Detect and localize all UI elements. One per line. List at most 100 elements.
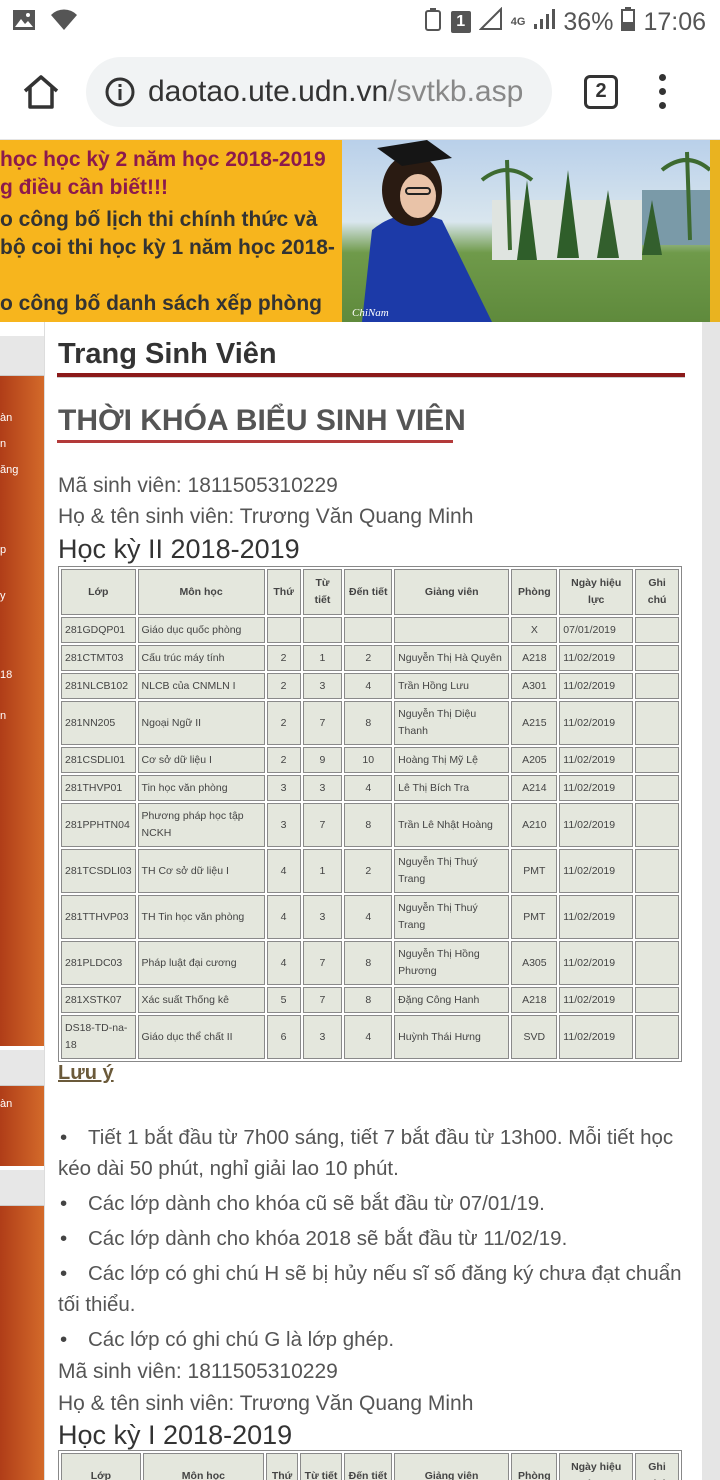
- notification-badge: 1: [450, 11, 471, 33]
- cell-weekday: [266, 617, 301, 643]
- cell-room: A305: [511, 941, 558, 985]
- note-item: Các lớp dành cho khóa cũ sẽ bắt đầu từ 0…: [58, 1188, 688, 1219]
- dot: [658, 74, 666, 81]
- cell-room: A301: [511, 673, 558, 699]
- cell-class-code: DS18-TD-na-18: [61, 1015, 136, 1059]
- cell-start-period: 3: [302, 775, 343, 801]
- battery-icon: [621, 6, 636, 38]
- cell-subject: Giáo dục thể chất II: [137, 1015, 265, 1059]
- cell-subject: TH Tin học văn phòng: [137, 895, 265, 939]
- address-bar[interactable]: daotao.ute.udn.vn/svtkb.asp: [86, 56, 552, 127]
- student-name: Họ & tên sinh viên: Trương Văn Quang Min…: [58, 1392, 474, 1415]
- cell-subject: TH Cơ sở dữ liệu I: [137, 849, 265, 893]
- sidebar-menu[interactable]: [0, 1206, 44, 1480]
- cell-room: A210: [511, 803, 558, 847]
- tab-switcher-button[interactable]: 2: [584, 74, 618, 109]
- column-header: Phòng: [511, 1453, 558, 1480]
- recycle-icon: [423, 7, 443, 38]
- cell-lecturer: Trần Hồng Lưu: [394, 673, 510, 699]
- cell-note: [635, 673, 679, 699]
- cell-note: [635, 1015, 679, 1059]
- news-item[interactable]: bộ coi thi học kỳ 1 năm học 2018-: [0, 236, 335, 260]
- column-header: Từ tiết: [302, 569, 343, 615]
- cell-end-period: 8: [344, 987, 393, 1013]
- table-row: 281NLCB102 NLCB của CNMLN I 2 3 4 Trần Hồng L…: [61, 673, 679, 699]
- cell-effective-date: 11/02/2019: [559, 849, 634, 893]
- cell-class-code: 281GDQP01: [61, 617, 136, 643]
- cell-class-code: 281TCSDLI03: [61, 849, 136, 893]
- cell-start-period: 1: [302, 849, 343, 893]
- news-item[interactable]: o công bố lịch thi chính thức và: [0, 208, 317, 232]
- cell-start-period: 3: [302, 1015, 343, 1059]
- cell-weekday: 2: [266, 645, 301, 671]
- cell-start-period: 7: [302, 987, 343, 1013]
- cell-effective-date: 07/01/2019: [559, 617, 634, 643]
- student-id: Mã sinh viên: 1811505310229: [58, 474, 338, 497]
- news-item[interactable]: o công bố danh sách xếp phòng: [0, 292, 322, 316]
- dot: [658, 102, 666, 109]
- cell-note: [635, 645, 679, 671]
- cell-subject: Phương pháp học tập NCKH: [137, 803, 265, 847]
- cell-lecturer: [394, 617, 510, 643]
- cell-weekday: 2: [266, 747, 301, 773]
- column-header: Thứ: [266, 1453, 299, 1480]
- cell-end-period: 4: [344, 1015, 393, 1059]
- cell-subject: NLCB của CNMLN I: [137, 673, 265, 699]
- clock: 17:06: [643, 7, 706, 36]
- cell-start-period: 7: [302, 803, 343, 847]
- cell-effective-date: 11/02/2019: [559, 803, 634, 847]
- cell-effective-date: 11/02/2019: [559, 645, 634, 671]
- home-button[interactable]: [18, 69, 64, 115]
- sidebar-item-label[interactable]: àn: [0, 1098, 12, 1110]
- cell-end-period: 4: [344, 775, 393, 801]
- cell-end-period: 4: [344, 895, 393, 939]
- news-item[interactable]: học học kỳ 2 năm học 2018-2019: [0, 148, 326, 172]
- cell-lecturer: Trần Lê Nhật Hoàng: [394, 803, 510, 847]
- cell-end-period: 4: [344, 673, 393, 699]
- column-header: Môn học: [142, 1453, 265, 1480]
- browser-toolbar: daotao.ute.udn.vn/svtkb.asp 2: [0, 44, 720, 140]
- cell-effective-date: 11/02/2019: [559, 701, 634, 745]
- cell-room: SVD: [511, 1015, 558, 1059]
- left-sidebar: àn n ăng p y 18 n àn: [0, 322, 44, 1480]
- cell-class-code: 281PPHTN04: [61, 803, 136, 847]
- cell-effective-date: 11/02/2019: [559, 1015, 634, 1059]
- info-icon[interactable]: [104, 76, 136, 108]
- gallery-icon: [12, 9, 36, 36]
- news-item[interactable]: g điều cần biết!!!: [0, 176, 168, 200]
- sidebar-item-label[interactable]: 18: [0, 669, 12, 681]
- sidebar-item-label[interactable]: ăng: [0, 464, 18, 476]
- cell-class-code: 281THVP01: [61, 775, 136, 801]
- cell-lecturer: Nguyễn Thị Diệu Thanh: [394, 701, 510, 745]
- table-row: 281TCSDLI03 TH Cơ sở dữ liệu I 4 1 2 Nguyễn T…: [61, 849, 679, 893]
- column-header: Đến tiết: [344, 569, 393, 615]
- schedule-table-semester-1: Lớp Môn học Thứ Từ tiết Đến tiết Giảng v…: [58, 1450, 682, 1480]
- signal-bars-icon: [533, 8, 556, 37]
- cell-effective-date: 11/02/2019: [559, 775, 634, 801]
- sidebar-item-label[interactable]: n: [0, 438, 6, 450]
- more-menu-button[interactable]: [652, 74, 672, 109]
- graduate-photo: ChiNam: [342, 140, 710, 322]
- cell-start-period: 3: [302, 673, 343, 699]
- cell-note: [635, 849, 679, 893]
- sidebar-item-label[interactable]: n: [0, 710, 6, 722]
- cell-lecturer: Nguyễn Thị Hồng Phương: [394, 941, 510, 985]
- cell-weekday: 2: [266, 673, 301, 699]
- sidebar-item-label[interactable]: p: [0, 544, 6, 556]
- table-row: 281THVP01 Tin học văn phòng 3 3 4 Lê Thị Bích…: [61, 775, 679, 801]
- cell-end-period: 2: [344, 645, 393, 671]
- sidebar-item-label[interactable]: àn: [0, 412, 12, 424]
- cell-note: [635, 617, 679, 643]
- cell-end-period: 8: [344, 803, 393, 847]
- cell-note: [635, 987, 679, 1013]
- table-row: 281TTHVP03 TH Tin học văn phòng 4 3 4 Nguyễn …: [61, 895, 679, 939]
- cell-effective-date: 11/02/2019: [559, 673, 634, 699]
- sidebar-menu[interactable]: [0, 376, 44, 1046]
- cell-end-period: 10: [344, 747, 393, 773]
- cell-room: A215: [511, 701, 558, 745]
- sidebar-header: [0, 336, 44, 376]
- sidebar-item-label[interactable]: y: [0, 590, 6, 602]
- note-item: Các lớp dành cho khóa 2018 sẽ bắt đầu từ…: [58, 1223, 688, 1254]
- column-header: Thứ: [266, 569, 301, 615]
- table-row: 281NN205 Ngoại Ngữ II 2 7 8 Nguyễn Thị Diệu T…: [61, 701, 679, 745]
